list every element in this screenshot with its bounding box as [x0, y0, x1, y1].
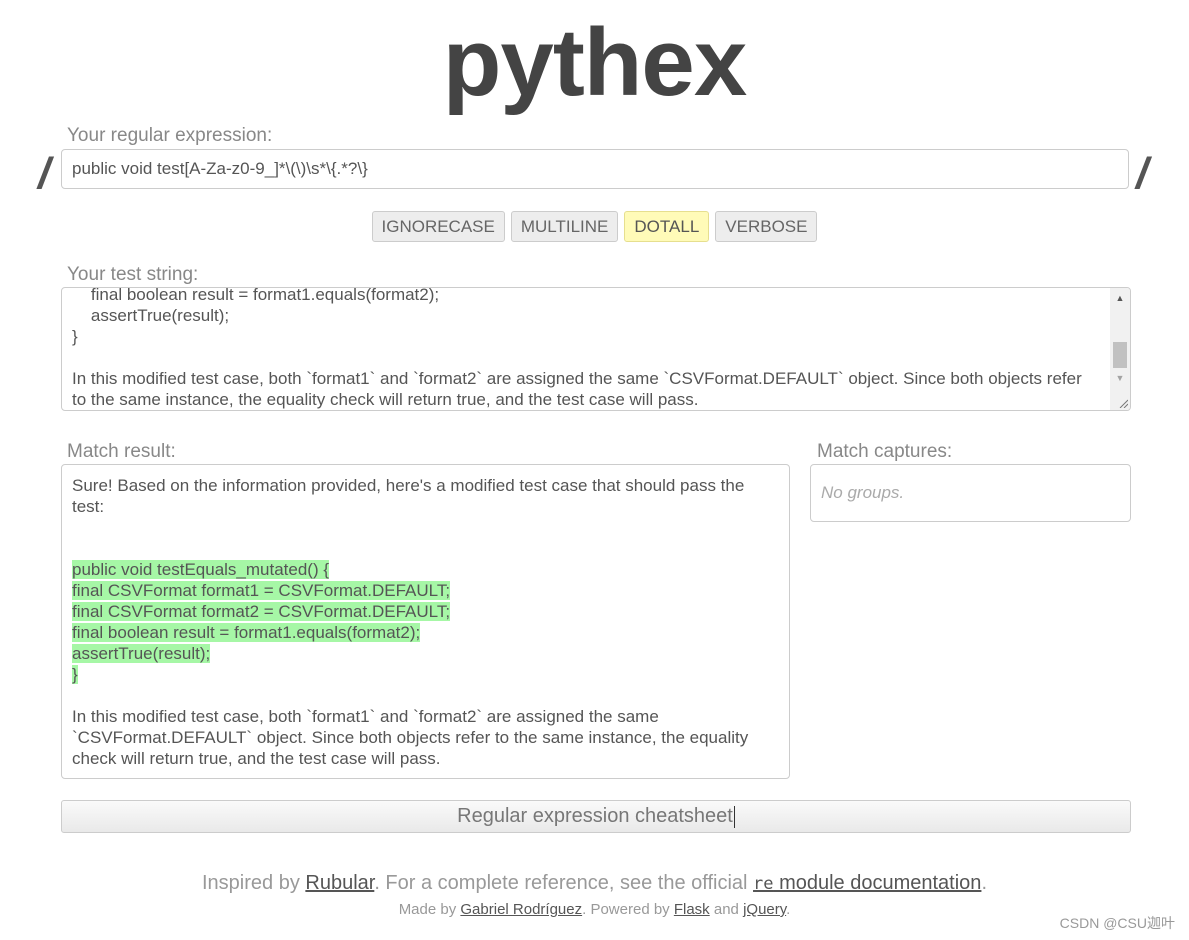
matched-line: } — [72, 665, 78, 684]
watermark: CSDN @CSU迦叶 — [1059, 915, 1175, 931]
footer-text: . For a complete reference, see the offi… — [374, 872, 754, 894]
dotall-flag-button[interactable]: DOTALL — [624, 211, 710, 242]
cheatsheet-label: Regular expression cheatsheet — [457, 805, 733, 827]
jquery-link[interactable]: jQuery — [743, 901, 786, 918]
footer-text: . — [786, 901, 791, 918]
regex-open-delimiter: / — [38, 149, 51, 198]
flag-buttons: IGNORECASE MULTILINE DOTALL VERBOSE — [0, 211, 1189, 242]
footer-text: . — [981, 872, 987, 894]
match-result-label: Match result: — [67, 441, 176, 462]
pythex-logo: pythex — [442, 9, 747, 116]
regex-input[interactable] — [61, 149, 1129, 189]
match-result-panel: Sure! Based on the information provided,… — [61, 464, 790, 779]
scroll-up-icon[interactable]: ▲ — [1110, 288, 1130, 308]
footer-text: . Powered by — [582, 901, 674, 918]
ignorecase-flag-button[interactable]: IGNORECASE — [371, 211, 505, 242]
regex-close-delimiter: / — [1136, 149, 1149, 198]
matched-line: assertTrue(result); — [72, 644, 211, 663]
match-result-intro: Sure! Based on the information provided,… — [72, 476, 745, 516]
match-captures-panel: No groups. — [810, 464, 1131, 522]
matched-line: final CSVFormat format2 = CSVFormat.DEFA… — [72, 602, 451, 621]
cheatsheet-button[interactable]: Regular expression cheatsheet — [61, 800, 1131, 833]
no-groups-text: No groups. — [821, 483, 905, 502]
matched-line: final boolean result = format1.equals(fo… — [72, 623, 421, 642]
match-result-outro: In this modified test case, both `format… — [72, 707, 749, 768]
footer-text: and — [709, 901, 744, 918]
re-module-docs-link[interactable]: re module documentation — [753, 872, 981, 894]
text-cursor — [733, 805, 735, 828]
flask-link[interactable]: Flask — [674, 901, 710, 918]
scroll-down-icon[interactable]: ▼ — [1110, 368, 1130, 388]
test-string-label: Your test string: — [67, 264, 199, 285]
matched-line: final CSVFormat format1 = CSVFormat.DEFA… — [72, 581, 451, 600]
matched-line: public void testEquals_mutated() { — [72, 560, 330, 579]
rubular-link[interactable]: Rubular — [305, 872, 374, 894]
match-captures-label: Match captures: — [817, 441, 953, 462]
test-string-scrollbar[interactable]: ▲ ▼ — [1110, 288, 1130, 410]
test-string-textarea[interactable]: final boolean result = format1.equals(fo… — [61, 287, 1131, 411]
footer-text: Inspired by — [201, 872, 306, 894]
resize-grip-icon[interactable] — [1118, 398, 1128, 408]
author-link[interactable]: Gabriel Rodríguez — [460, 901, 582, 918]
footer-credits: Made by Gabriel Rodríguez. Powered by Fl… — [0, 900, 1189, 920]
module-docs-text: module documentation — [773, 872, 982, 894]
footer-reference: Inspired by Rubular. For a complete refe… — [0, 871, 1189, 896]
match-highlight-block: public void testEquals_mutated() { final… — [72, 559, 779, 685]
re-code: re — [753, 874, 774, 894]
test-string-text: final boolean result = format1.equals(fo… — [72, 287, 1082, 409]
verbose-flag-button[interactable]: VERBOSE — [715, 211, 818, 242]
multiline-flag-button[interactable]: MULTILINE — [510, 211, 619, 242]
scroll-thumb[interactable] — [1113, 342, 1127, 368]
footer-text: Made by — [398, 901, 461, 918]
regex-label: Your regular expression: — [67, 125, 273, 146]
